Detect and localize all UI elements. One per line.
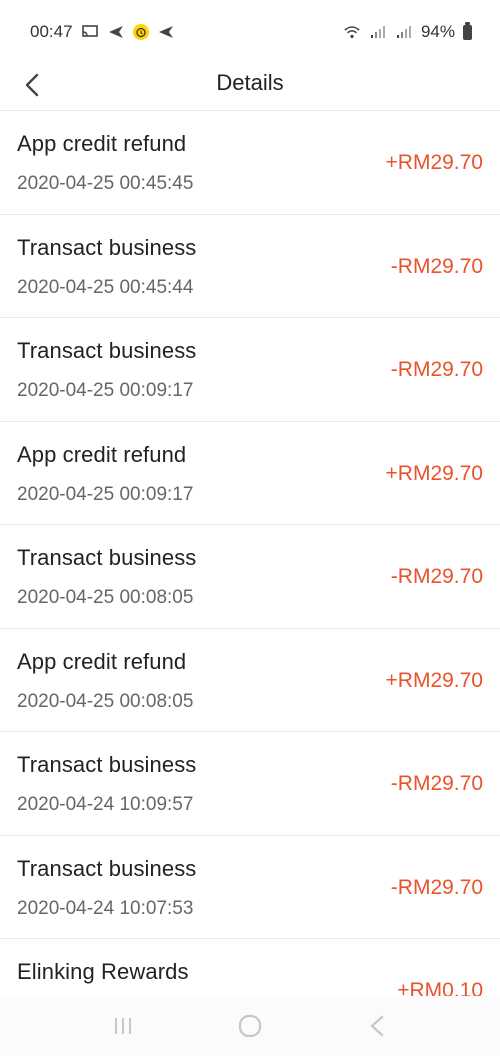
home-button[interactable] bbox=[230, 1006, 270, 1046]
recent-apps-icon bbox=[115, 1018, 132, 1034]
battery-icon bbox=[463, 21, 472, 40]
transaction-row[interactable]: Transact business 2020-04-24 10:09:57 -R… bbox=[0, 732, 500, 836]
transaction-row[interactable]: Elinking Rewards +RM0.10 bbox=[0, 939, 500, 996]
nav-back-button[interactable] bbox=[357, 1006, 397, 1046]
transaction-time: 2020-04-24 10:09:57 bbox=[17, 794, 194, 815]
page-title: Details bbox=[216, 70, 284, 95]
transaction-time: 2020-04-25 00:45:44 bbox=[17, 276, 194, 298]
transaction-time: 2020-04-25 00:09:17 bbox=[17, 483, 194, 505]
status-time: 00:47 bbox=[30, 22, 73, 41]
send-icon bbox=[157, 23, 175, 41]
signal-icon bbox=[395, 23, 413, 41]
transaction-name: Elinking Rewards bbox=[17, 959, 189, 984]
home-icon bbox=[238, 1014, 262, 1038]
battery-percent: 94% bbox=[420, 22, 455, 41]
transaction-time: 2020-04-25 00:08:05 bbox=[17, 690, 194, 712]
transaction-name: Transact business bbox=[17, 338, 197, 363]
transaction-amount: +RM29.70 bbox=[385, 668, 483, 692]
recent-apps-button[interactable] bbox=[103, 1006, 143, 1046]
transaction-row[interactable]: Transact business 2020-04-25 00:09:17 -R… bbox=[0, 318, 500, 422]
transaction-amount: +RM29.70 bbox=[385, 151, 483, 174]
transaction-amount: +RM0.10 bbox=[397, 979, 483, 996]
alarm-icon bbox=[132, 24, 149, 40]
transaction-row[interactable]: App credit refund 2020-04-25 00:09:17 +R… bbox=[0, 421, 500, 525]
transaction-amount: -RM29.70 bbox=[390, 358, 483, 381]
transaction-name: Transact business bbox=[17, 752, 197, 777]
transaction-time: 2020-04-25 00:45:45 bbox=[17, 173, 194, 194]
send-icon bbox=[107, 23, 125, 41]
transaction-name: App credit refund bbox=[17, 131, 187, 156]
transaction-amount: -RM29.70 bbox=[390, 875, 483, 899]
transaction-row[interactable]: App credit refund 2020-04-25 00:45:45 +R… bbox=[0, 111, 500, 215]
transaction-list[interactable]: App credit refund 2020-04-25 00:45:45 +R… bbox=[0, 111, 500, 996]
transaction-name: App credit refund bbox=[17, 648, 187, 674]
header: Details bbox=[0, 64, 500, 111]
transaction-amount: -RM29.70 bbox=[390, 772, 483, 795]
transaction-name: App credit refund bbox=[17, 441, 187, 467]
transaction-row[interactable]: Transact business 2020-04-24 10:07:53 -R… bbox=[0, 835, 500, 939]
transaction-amount: +RM29.70 bbox=[385, 461, 483, 485]
transaction-time: 2020-04-24 10:07:53 bbox=[17, 897, 194, 919]
navigation-bar bbox=[0, 996, 500, 1056]
transaction-amount: -RM29.70 bbox=[390, 254, 483, 278]
signal-icon bbox=[369, 23, 387, 41]
status-right: 94% bbox=[343, 21, 472, 42]
screen: 00:47 94% Details App credit refund 2020… bbox=[0, 0, 500, 1056]
transaction-name: Transact business bbox=[17, 234, 197, 260]
screen-mirror-icon bbox=[81, 23, 99, 41]
transaction-name: Transact business bbox=[17, 545, 197, 570]
status-bar: 00:47 94% bbox=[0, 0, 500, 64]
transaction-time: 2020-04-25 00:09:17 bbox=[17, 380, 194, 401]
transaction-name: Transact business bbox=[17, 855, 197, 881]
transaction-row[interactable]: Transact business 2020-04-25 00:45:44 -R… bbox=[0, 214, 500, 318]
status-left: 00:47 bbox=[30, 22, 175, 42]
transaction-time: 2020-04-25 00:08:05 bbox=[17, 587, 194, 608]
back-icon bbox=[369, 1015, 383, 1037]
transaction-amount: -RM29.70 bbox=[390, 565, 483, 588]
wifi-icon bbox=[343, 23, 361, 41]
transaction-row[interactable]: Transact business 2020-04-25 00:08:05 -R… bbox=[0, 525, 500, 629]
transaction-row[interactable]: App credit refund 2020-04-25 00:08:05 +R… bbox=[0, 628, 500, 732]
